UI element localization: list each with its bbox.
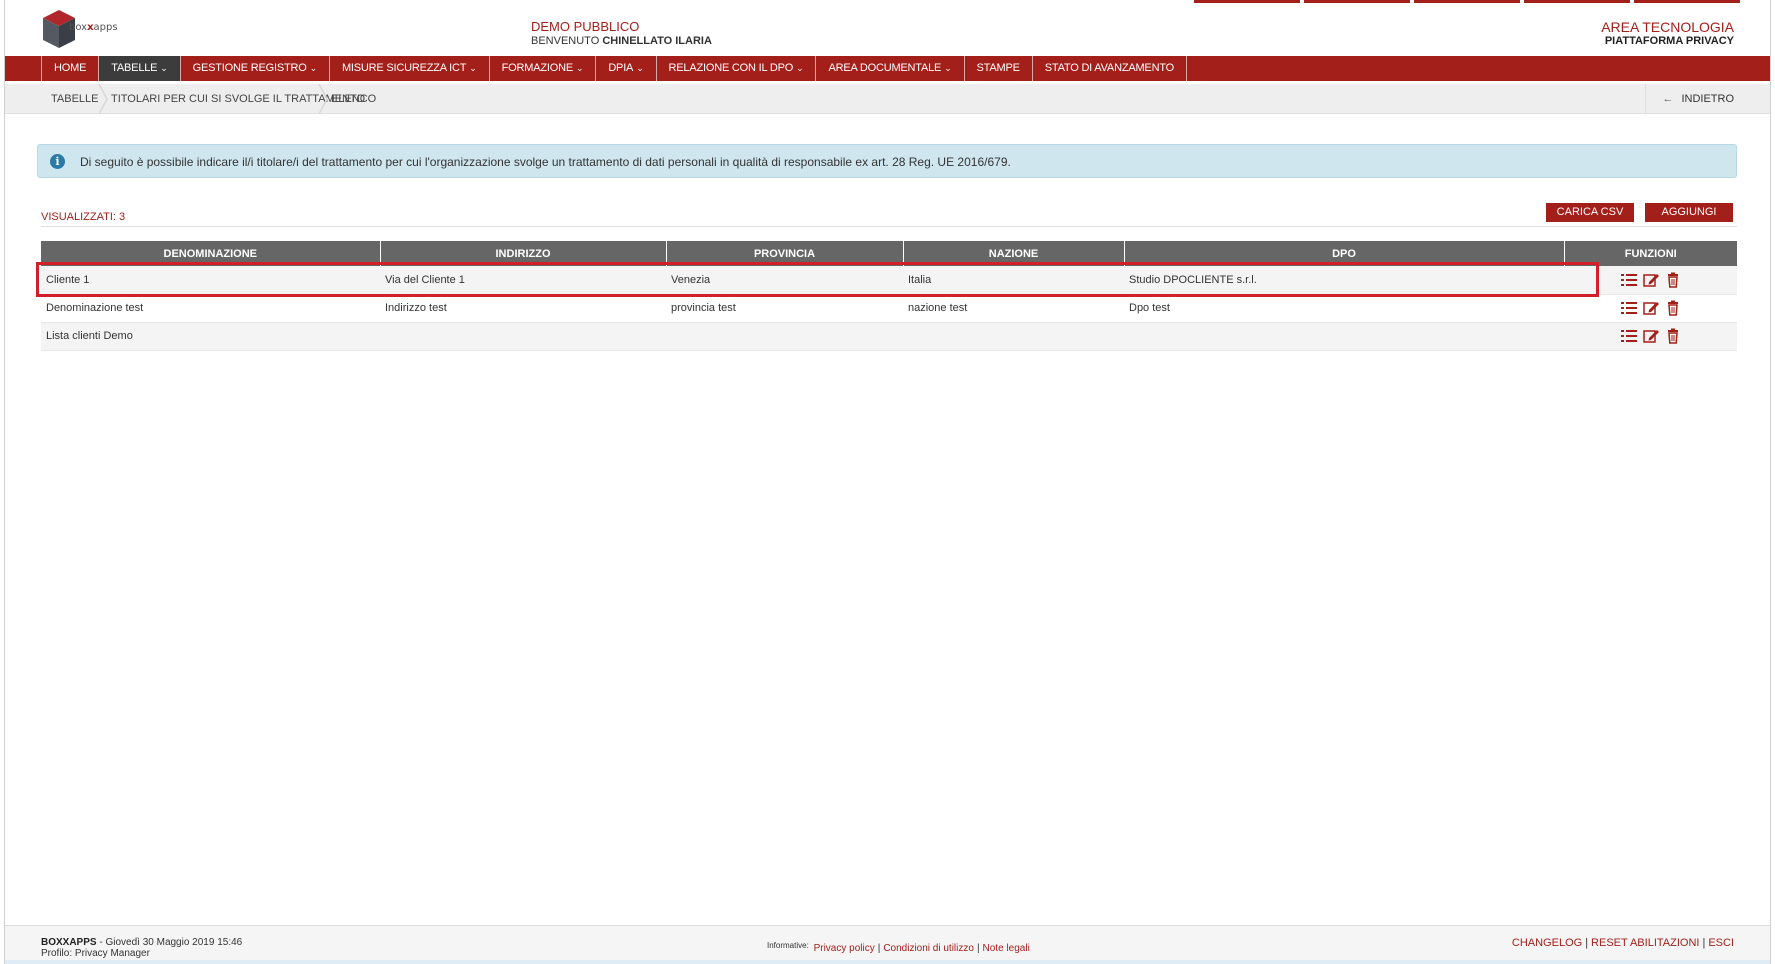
nav-item-label: HOME xyxy=(54,62,87,74)
trash-icon[interactable] xyxy=(1664,272,1682,288)
cell-indirizzo: Indirizzo test xyxy=(380,294,666,323)
reset-permissions-link[interactable]: RESET ABILITAZIONI xyxy=(1591,937,1699,949)
row-highlight-annotation xyxy=(36,262,1599,297)
page-footer: BOXXAPPS - Giovedì 30 Maggio 2019 15:46 … xyxy=(5,925,1770,964)
table-row[interactable]: Lista clienti Demo xyxy=(41,322,1737,351)
main-nav: HOME TABELLE ⌄ GESTIONE REGISTRO ⌄ MISURE SIC… xyxy=(5,56,1770,81)
nav-item-stato-di-avanzamento[interactable]: STATO DI AVANZAMENTO xyxy=(1033,56,1187,81)
terms-link[interactable]: Condizioni di utilizzo xyxy=(883,943,974,954)
back-button[interactable]: ← INDIETRO xyxy=(1645,84,1770,114)
privacy-policy-link[interactable]: Privacy policy xyxy=(814,943,875,954)
nav-item-relazione-con-il-dpo[interactable]: RELAZIONE CON IL DPO ⌄ xyxy=(657,56,817,81)
cell-dpo xyxy=(1124,322,1564,351)
nav-item-label: GESTIONE REGISTRO xyxy=(192,62,307,74)
divider xyxy=(41,226,1737,227)
bottom-strip xyxy=(5,960,1770,964)
page-header: boxxapps DEMO PUBBLICO BENVENUTO CHINELL… xyxy=(5,0,1770,56)
nav-item-label: AREA DOCUMENTALE xyxy=(828,62,942,74)
info-alert: i Di seguito è possibile indicare il/i t… xyxy=(37,144,1737,178)
footer-links: Informative: Privacy policy | Condizioni d… xyxy=(767,941,1030,954)
cell-dpo: Dpo test xyxy=(1124,294,1564,323)
chevron-down-icon: ⌄ xyxy=(796,63,804,73)
nav-item-stampe[interactable]: STAMPE xyxy=(965,56,1033,81)
list-icon[interactable] xyxy=(1620,300,1638,316)
nav-item-label: MISURE SICUREZZA ICT xyxy=(341,62,467,74)
nav-item-dpia[interactable]: DPIA ⌄ xyxy=(596,56,657,81)
chevron-down-icon: ⌄ xyxy=(944,63,952,73)
nav-item-misure-sicurezza-ict[interactable]: MISURE SICUREZZA ICT ⌄ xyxy=(330,56,490,81)
records-count: VISUALIZZATI: 3 xyxy=(41,211,126,223)
row-actions xyxy=(1564,322,1737,351)
nav-item-formazione[interactable]: FORMAZIONE ⌄ xyxy=(490,56,597,81)
breadcrumb-item-elenco: ELENCO xyxy=(331,93,377,105)
footer-profile: Profilo: Privacy Manager xyxy=(41,948,150,959)
nav-item-label: STAMPE xyxy=(976,62,1020,74)
chevron-down-icon: ⌄ xyxy=(160,63,168,73)
legal-notes-link[interactable]: Note legali xyxy=(983,943,1030,954)
edit-icon[interactable] xyxy=(1642,272,1660,288)
welcome-label: BENVENUTO CHINELLATO ILARIA xyxy=(531,35,712,47)
arrow-left-icon: ← xyxy=(1662,93,1674,105)
header-right: AREA TECNOLOGIA PIATTAFORMA PRIVACY xyxy=(1601,20,1734,48)
trash-icon[interactable] xyxy=(1664,328,1682,344)
breadcrumb-separator-icon xyxy=(318,84,328,114)
cell-denominazione: Denominazione test xyxy=(41,294,380,323)
logo-text: boxxapps xyxy=(69,22,118,33)
chevron-down-icon: ⌄ xyxy=(575,63,584,73)
list-icon[interactable] xyxy=(1620,272,1638,288)
platform-title: PIATTAFORMA PRIVACY xyxy=(1604,35,1734,47)
nav-item-label: DPIA xyxy=(608,62,634,74)
footer-info-label: Informative: xyxy=(767,941,809,950)
nav-item-label: STATO DI AVANZAMENTO xyxy=(1044,62,1174,74)
edit-icon[interactable] xyxy=(1642,300,1660,316)
breadcrumb-item-tabelle[interactable]: TABELLE xyxy=(51,84,99,114)
footer-brand: BOXXAPPS xyxy=(41,937,97,948)
environment-label: DEMO PUBBLICO xyxy=(531,19,640,34)
cell-indirizzo xyxy=(380,322,666,351)
logout-link[interactable]: ESCI xyxy=(1708,937,1734,949)
breadcrumb: TABELLE TITOLARI PER CUI SI SVOLGE IL TR… xyxy=(5,84,1770,114)
trash-icon[interactable] xyxy=(1664,300,1682,316)
footer-datetime: - Giovedì 30 Maggio 2019 15:46 xyxy=(96,937,243,948)
nav-item-home[interactable]: HOME xyxy=(41,56,100,81)
chevron-down-icon: ⌄ xyxy=(309,63,318,73)
nav-item-area-documentale[interactable]: AREA DOCUMENTALE ⌄ xyxy=(816,56,965,81)
header-center: DEMO PUBBLICO BENVENUTO CHINELLATO ILARI… xyxy=(531,20,712,48)
nav-item-label: RELAZIONE CON IL DPO xyxy=(668,62,794,74)
nav-item-tabelle[interactable]: TABELLE ⌄ xyxy=(99,56,181,81)
chevron-down-icon: ⌄ xyxy=(469,63,477,73)
cell-nazione: nazione test xyxy=(903,294,1124,323)
row-actions xyxy=(1564,294,1737,323)
nav-item-label: TABELLE xyxy=(111,62,158,74)
cell-provincia xyxy=(666,322,903,351)
info-text: Di seguito è possibile indicare il/i tit… xyxy=(80,155,1011,169)
list-icon[interactable] xyxy=(1620,328,1638,344)
user-name: CHINELLATO ILARIA xyxy=(602,35,712,47)
cell-provincia: provincia test xyxy=(666,294,903,323)
area-title: AREA TECNOLOGIA xyxy=(1601,19,1734,35)
changelog-link[interactable]: CHANGELOG xyxy=(1512,937,1582,949)
nav-item-gestione-registro[interactable]: GESTIONE REGISTRO ⌄ xyxy=(181,56,330,81)
chevron-down-icon: ⌄ xyxy=(636,63,644,73)
footer-left: BOXXAPPS - Giovedì 30 Maggio 2019 15:46 … xyxy=(41,937,242,959)
breadcrumb-separator-icon xyxy=(98,84,108,114)
cell-nazione xyxy=(903,322,1124,351)
app-frame: boxxapps DEMO PUBBLICO BENVENUTO CHINELL… xyxy=(4,0,1771,964)
upload-csv-button[interactable]: CARICA CSV xyxy=(1546,203,1634,222)
cell-denominazione: Lista clienti Demo xyxy=(41,322,380,351)
footer-actions: CHANGELOG | RESET ABILITAZIONI | ESCI xyxy=(1511,937,1734,949)
nav-item-label: FORMAZIONE xyxy=(501,62,574,74)
add-button[interactable]: AGGIUNGI xyxy=(1645,203,1733,222)
table-row[interactable]: Denominazione test Indirizzo test provinci… xyxy=(41,294,1737,323)
edit-icon[interactable] xyxy=(1642,328,1660,344)
info-icon: i xyxy=(50,154,65,169)
